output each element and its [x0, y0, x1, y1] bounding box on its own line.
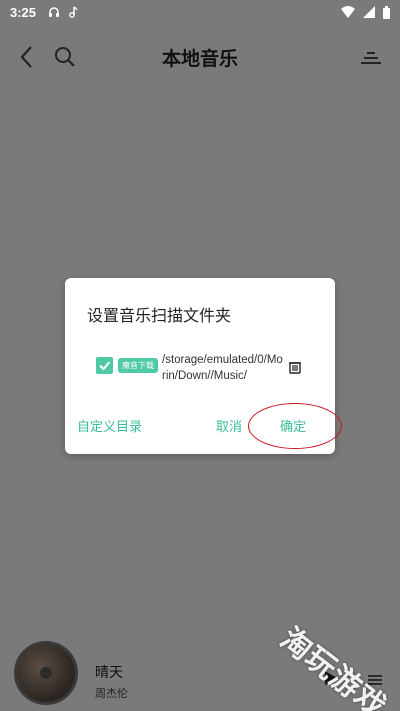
status-time: 3:25: [10, 4, 37, 20]
annotation-circle: [248, 403, 342, 449]
song-artist: 周杰伦: [95, 687, 128, 700]
folder-badge: 魔音下载: [118, 358, 158, 373]
cancel-button[interactable]: 取消: [216, 416, 242, 435]
menu-icon[interactable]: [358, 44, 384, 70]
status-bar: 3:25: [0, 0, 400, 24]
album-art[interactable]: [14, 641, 78, 705]
folder-path: /storage/emulated/0/Morin/Down//Music/: [162, 354, 283, 382]
wifi-icon: [341, 6, 355, 18]
trash-icon[interactable]: [289, 359, 301, 374]
folder-row[interactable]: 魔音下载 /storage/emulated/0/Morin/Down//Mus…: [95, 352, 315, 396]
headphones-icon: [48, 6, 60, 18]
song-title: 晴天: [95, 665, 123, 681]
signal-icon: [363, 6, 375, 18]
custom-directory-button[interactable]: 自定义目录: [77, 416, 142, 435]
dialog-title: 设置音乐扫描文件夹: [87, 306, 232, 325]
battery-icon: [383, 5, 390, 19]
music-note-icon: [68, 6, 78, 18]
app-bar: 本地音乐: [0, 34, 400, 80]
page-title: 本地音乐: [161, 48, 238, 70]
folder-checkbox[interactable]: [96, 357, 113, 374]
